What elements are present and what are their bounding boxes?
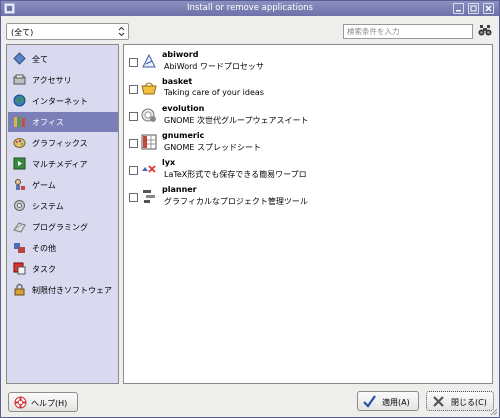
app-name: gnumeric [162, 131, 205, 140]
lifebuoy-icon [14, 396, 27, 409]
sidebar-item-other[interactable]: その他 [8, 238, 118, 258]
maximize-button[interactable] [468, 3, 479, 14]
chevron-updown-icon [118, 26, 125, 37]
abiword-icon [142, 53, 156, 68]
close-icon [433, 396, 444, 407]
app-description: GNOME スプレッドシート [164, 143, 261, 152]
install-checkbox[interactable] [129, 193, 138, 202]
sidebar-item-label: ゲーム [32, 181, 56, 190]
window-title: Install or remove applications [187, 3, 313, 13]
basket-icon [141, 82, 157, 95]
close-icon [485, 5, 492, 12]
maximize-icon [470, 5, 477, 12]
gnumeric-icon [141, 134, 157, 150]
sidebar-item-label: 全て [32, 55, 48, 64]
minimize-icon [456, 10, 461, 12]
binoculars-icon[interactable] [478, 23, 492, 37]
internet-icon [13, 94, 26, 107]
help-button[interactable]: ヘルプ(H) [8, 392, 78, 412]
list-item[interactable]: gnumeric GNOME スプレッドシート [124, 130, 492, 157]
help-button-label: ヘルプ(H) [31, 399, 68, 408]
system-icon [14, 200, 25, 211]
sidebar-item-restricted[interactable]: 制限付きソフトウェア [8, 280, 118, 300]
app-description: GNOME 次世代グループウェアスイート [164, 116, 309, 125]
sidebar-item-label: その他 [32, 244, 56, 253]
sidebar-item-accessories[interactable]: アクセサリ [8, 70, 118, 90]
sidebar-item-label: 制限付きソフトウェア [32, 286, 112, 295]
install-checkbox[interactable] [129, 166, 138, 175]
sidebar-item-label: インターネット [32, 97, 88, 106]
sidebar-item-internet[interactable]: インターネット [8, 91, 118, 111]
install-checkbox[interactable] [129, 139, 138, 148]
list-item[interactable]: planner グラフィカルなプロジェクト管理ツール [124, 184, 492, 211]
sidebar-item-label: グラフィックス [32, 139, 88, 148]
office-icon [14, 116, 25, 127]
application-list: abiword AbiWord ワードプロセッサ basket Taking c… [123, 44, 493, 384]
apply-button[interactable]: 適用(A) [357, 391, 419, 411]
sidebar-item-office[interactable]: オフィス [8, 112, 118, 132]
app-name: basket [162, 77, 193, 86]
app-name: evolution [162, 104, 205, 113]
sidebar-item-label: アクセサリ [32, 76, 72, 85]
evolution-icon [141, 108, 156, 122]
install-checkbox[interactable] [129, 58, 138, 67]
sidebar-item-label: オフィス [32, 118, 64, 127]
list-item[interactable]: lyx LaTeX形式でも保存できる簡易ワープロ [124, 157, 492, 184]
other-icon [14, 243, 25, 253]
app-name: lyx [162, 158, 176, 167]
list-item[interactable]: basket Taking care of your ideas [124, 76, 492, 103]
restricted-icon [14, 283, 25, 296]
app-description: グラフィカルなプロジェクト管理ツール [164, 197, 308, 206]
lyx-icon [142, 165, 156, 173]
planner-icon [143, 190, 155, 203]
category-filter-select[interactable]: (全て) [6, 23, 129, 40]
apply-button-label: 適用(A) [382, 398, 410, 407]
multimedia-icon [13, 157, 26, 170]
app-description: Taking care of your ideas [164, 88, 264, 97]
minimize-button[interactable] [453, 3, 464, 14]
close-window-button[interactable] [483, 3, 494, 14]
filter-value: (全て) [11, 28, 34, 37]
close-button[interactable]: 閉じる(C) [426, 391, 494, 411]
app-name: abiword [162, 50, 199, 59]
close-button-label: 閉じる(C) [451, 398, 487, 407]
accessories-icon [13, 74, 26, 85]
category-sidebar: 全て アクセサリ インターネット オフィス グラフィックス マルチメディア ゲー… [6, 44, 119, 384]
sidebar-item-label: システム [32, 202, 64, 211]
sidebar-item-label: プログラミング [32, 223, 88, 232]
sidebar-item-programming[interactable]: プログラミング [8, 217, 118, 237]
programming-icon [13, 222, 26, 233]
install-checkbox[interactable] [129, 112, 138, 121]
checkmark-icon [363, 395, 376, 408]
sidebar-item-label: タスク [32, 265, 56, 274]
sidebar-item-graphics[interactable]: グラフィックス [8, 133, 118, 153]
sidebar-item-label: マルチメディア [32, 160, 88, 169]
graphics-icon [13, 138, 26, 148]
install-checkbox[interactable] [129, 85, 138, 94]
app-window: Install or remove applications (全て) 全て [0, 0, 500, 418]
sidebar-item-system[interactable]: システム [8, 196, 118, 216]
list-item[interactable]: abiword AbiWord ワードプロセッサ [124, 49, 492, 76]
list-item[interactable]: evolution GNOME 次世代グループウェアスイート [124, 103, 492, 130]
title-bar[interactable]: Install or remove applications [1, 1, 499, 16]
app-description: LaTeX形式でも保存できる簡易ワープロ [164, 170, 307, 179]
search-input[interactable] [343, 24, 473, 39]
resize-grip-icon[interactable] [490, 408, 498, 416]
all-icon [13, 52, 26, 65]
app-name: planner [162, 185, 197, 194]
app-description: AbiWord ワードプロセッサ [164, 62, 264, 71]
games-icon [15, 179, 25, 190]
sidebar-item-multimedia[interactable]: マルチメディア [8, 154, 118, 174]
tasks-icon [13, 262, 26, 275]
sidebar-item-tasks[interactable]: タスク [8, 259, 118, 279]
sidebar-item-all[interactable]: 全て [8, 49, 118, 69]
sidebar-item-games[interactable]: ゲーム [8, 175, 118, 195]
